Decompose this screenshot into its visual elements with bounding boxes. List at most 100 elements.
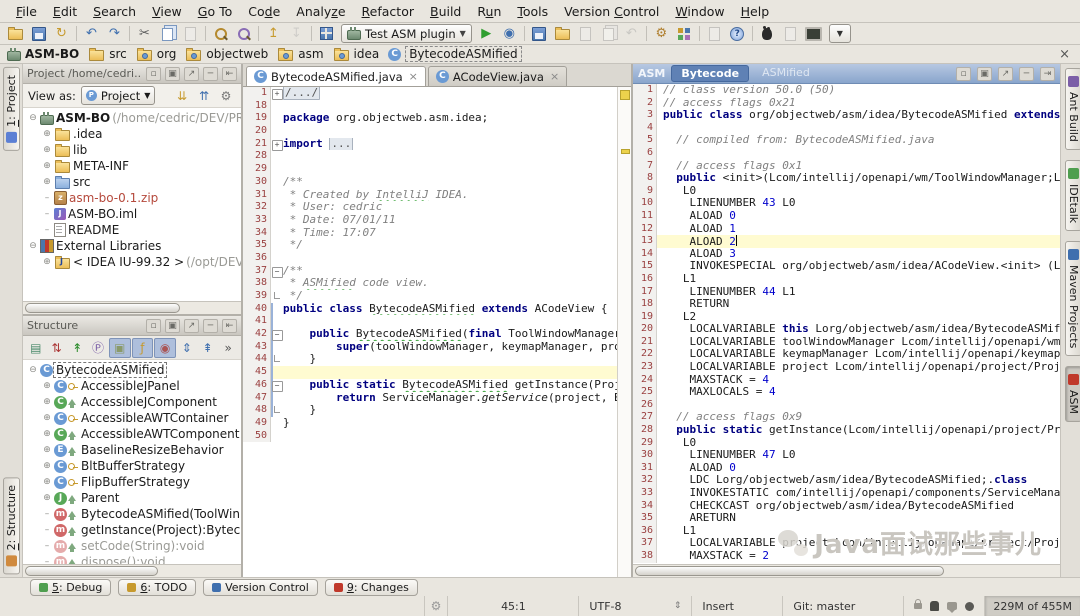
- float-mode-icon[interactable]: ▫: [146, 319, 161, 333]
- fold-toggle-icon[interactable]: −: [271, 265, 283, 278]
- calculator-icon[interactable]: [779, 24, 802, 43]
- tree-item-accessibleawtcomponent[interactable]: ⊕CAccessibleAWTComponent: [23, 426, 241, 442]
- undo-icon[interactable]: ↶: [80, 24, 103, 43]
- idetalk-user-icon[interactable]: [930, 601, 939, 611]
- asm-tab-asmified[interactable]: ASMified: [753, 65, 819, 82]
- toolwindow-tab-structure[interactable]: 2: Structure: [3, 477, 20, 574]
- file-encoding[interactable]: UTF-8 ⇕: [578, 596, 691, 616]
- help-icon[interactable]: ?: [726, 24, 749, 43]
- git-branch[interactable]: Git: master: [782, 596, 903, 616]
- menu-tools[interactable]: Tools: [509, 2, 556, 21]
- rollback-icon[interactable]: ↶: [620, 24, 643, 43]
- menu-analyze[interactable]: Analyze: [288, 2, 353, 21]
- fold-toggle-icon[interactable]: [271, 290, 283, 303]
- show-inherited-icon[interactable]: ↟: [67, 339, 87, 357]
- show-fields-icon[interactable]: ▣: [109, 338, 131, 358]
- pin-icon[interactable]: ↗: [184, 67, 199, 81]
- editor-error-stripe[interactable]: [617, 87, 631, 577]
- tree-item-flipbufferstrategy[interactable]: ⊕CFlipBufferStrategy: [23, 474, 241, 490]
- scrollbar-thumb[interactable]: [25, 303, 180, 313]
- crumb-objectweb[interactable]: objectweb: [185, 47, 268, 61]
- scrollbar-thumb[interactable]: [635, 566, 944, 576]
- toolwindow-tab-idetalk[interactable]: IDEtalk: [1065, 160, 1080, 231]
- tree-item-setcode-string-void[interactable]: –msetCode(String):void: [23, 538, 241, 554]
- tree-item-asm-bo[interactable]: ⊖ASM-BO (/home/cedric/DEV/PROJE: [23, 110, 241, 126]
- caret-position[interactable]: 45:1: [447, 596, 578, 616]
- tree-item-asm-bo-0-1-zip[interactable]: –zasm-bo-0.1.zip: [23, 190, 241, 206]
- tree-item-asm-bo-iml[interactable]: –JASM-BO.iml: [23, 206, 241, 222]
- crumb-org[interactable]: org: [136, 47, 177, 61]
- tree-item-bltbufferstrategy[interactable]: ⊕CBltBufferStrategy: [23, 458, 241, 474]
- synchronize-icon[interactable]: ↻: [50, 24, 73, 43]
- tree-item-parent[interactable]: ⊕JParent: [23, 490, 241, 506]
- save-icon[interactable]: [27, 24, 50, 43]
- crumb-src[interactable]: src: [88, 47, 127, 61]
- fold-toggle-icon[interactable]: −: [271, 379, 283, 392]
- open-icon[interactable]: [4, 24, 27, 43]
- project-structure-icon[interactable]: [673, 24, 696, 43]
- toolwindow-button-version-control[interactable]: Version Control: [203, 579, 318, 596]
- menu-edit[interactable]: Edit: [45, 2, 85, 21]
- move-icon[interactable]: [597, 24, 620, 43]
- close-icon[interactable]: ×: [1056, 47, 1073, 62]
- tree-item-getinstance-project-bytec[interactable]: –mgetInstance(Project):Bytec: [23, 522, 241, 538]
- tree-item-readme[interactable]: –README: [23, 222, 241, 238]
- toolwindow-tab-asm[interactable]: ASM: [1065, 366, 1080, 422]
- tree-item-accessibleawtcontainer[interactable]: ⊕CAccessibleAWTContainer: [23, 410, 241, 426]
- asm-bytecode-view[interactable]: 1// class version 50.0 (50)2// access fl…: [633, 84, 1060, 564]
- tree-item-accessiblejpanel[interactable]: ⊕CAccessibleJPanel: [23, 378, 241, 394]
- crumb-asm[interactable]: asm: [277, 47, 323, 61]
- dock-mode-icon[interactable]: ▣: [977, 67, 992, 81]
- menu-view[interactable]: View: [144, 2, 190, 21]
- update-project-icon[interactable]: ↥: [262, 24, 285, 43]
- show-properties-icon[interactable]: Ⓟ: [88, 339, 108, 357]
- menu-run[interactable]: Run: [469, 2, 509, 21]
- compile-icon[interactable]: [315, 24, 338, 43]
- minimize-icon[interactable]: ─: [1019, 67, 1034, 81]
- hide-right-icon[interactable]: ⇥: [1040, 67, 1055, 81]
- tree-item-lib[interactable]: ⊕lib: [23, 142, 241, 158]
- tree-item-bytecodeasmified-toolwin[interactable]: –mBytecodeASMified(ToolWin: [23, 506, 241, 522]
- collapse-all-icon[interactable]: ⇞: [198, 339, 218, 357]
- toolwindow-tab-project[interactable]: 1: Project: [3, 67, 20, 151]
- minimize-icon[interactable]: ─: [203, 67, 218, 81]
- tree-item-accessiblejcomponent[interactable]: ⊕CAccessibleJComponent: [23, 394, 241, 410]
- background-tasks-icon[interactable]: ⚙: [424, 596, 448, 616]
- copy-reference-icon[interactable]: [574, 24, 597, 43]
- editor-tab-bytecodeasmified-java[interactable]: CBytecodeASMified.java×: [246, 66, 426, 86]
- pin-icon[interactable]: ↗: [184, 319, 199, 333]
- redo-icon[interactable]: ↷: [103, 24, 126, 43]
- show-locked-icon[interactable]: ◉: [154, 338, 176, 358]
- editor-code[interactable]: 1+/.../1819package org.objectweb.asm.ide…: [243, 87, 617, 577]
- menu-version-control[interactable]: Version Control: [556, 2, 667, 21]
- view-as-select[interactable]: P Project ▼: [81, 86, 156, 105]
- menu-code[interactable]: Code: [240, 2, 288, 21]
- screen-icon[interactable]: [802, 24, 825, 43]
- hide-left-icon[interactable]: ⇤: [222, 319, 237, 333]
- insert-mode-indicator[interactable]: Insert: [691, 596, 782, 616]
- debug-icon[interactable]: ◉: [498, 24, 521, 43]
- asm-tab-bytecode[interactable]: Bytecode: [671, 65, 749, 82]
- float-mode-icon[interactable]: ▫: [146, 67, 161, 81]
- toolbar-overflow-icon[interactable]: ▼: [829, 24, 851, 43]
- crumb-asm-bo[interactable]: ASM-BO: [7, 47, 79, 61]
- lock-icon[interactable]: [914, 603, 922, 609]
- copy-icon[interactable]: [156, 24, 179, 43]
- toolwindow-tab-maven-projects[interactable]: Maven Projects: [1065, 241, 1080, 356]
- dock-mode-icon[interactable]: ▣: [165, 67, 180, 81]
- toolwindow-tab-ant-build[interactable]: Ant Build: [1065, 68, 1080, 150]
- pin-icon[interactable]: ↗: [998, 67, 1013, 81]
- tree-item-bytecodeasmified[interactable]: ⊖CBytecodeASMified: [23, 362, 241, 378]
- sort-by-type-icon[interactable]: ▤: [26, 339, 46, 357]
- tree-item-idea-iu-99-32[interactable]: ⊕< IDEA IU-99.32 > (/opt/DEV/ide: [23, 254, 241, 270]
- menu-refactor[interactable]: Refactor: [354, 2, 422, 21]
- hide-left-icon[interactable]: ⇤: [222, 67, 237, 81]
- run-configuration-select[interactable]: Test ASM plugin▼: [341, 24, 472, 43]
- event-log-icon[interactable]: [947, 602, 957, 610]
- close-tab-icon[interactable]: ×: [409, 70, 418, 83]
- float-mode-icon[interactable]: ▫: [956, 67, 971, 81]
- crumb-idea[interactable]: idea: [333, 47, 380, 61]
- menu-file[interactable]: File: [8, 2, 45, 21]
- indicator-icon[interactable]: [965, 602, 974, 611]
- fold-toggle-icon[interactable]: +: [271, 138, 283, 151]
